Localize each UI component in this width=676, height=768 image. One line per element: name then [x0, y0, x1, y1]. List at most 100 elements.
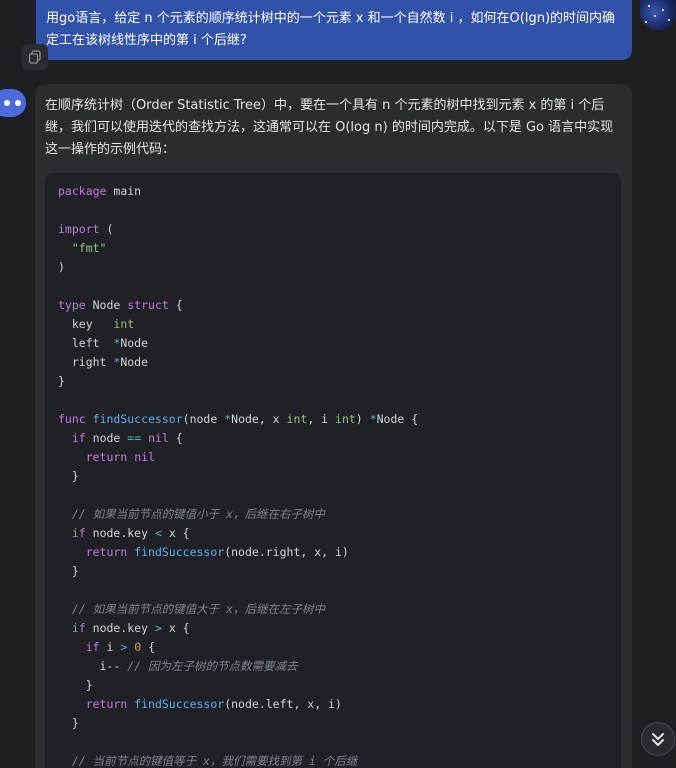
code-line: // 如果当前节点的键值小于 x，后继在右子树中: [58, 505, 608, 524]
user-message-text: 用go语言，给定 n 个元素的顺序统计树中的一个元素 x 和一个自然数 i ，如…: [46, 11, 616, 48]
code-line: if node.key > x {: [58, 619, 608, 638]
code-token: }: [58, 374, 65, 388]
code-token: x {: [161, 621, 190, 635]
code-token: node.key: [85, 621, 155, 635]
code-line: type Node struct {: [58, 296, 608, 315]
code-token: }: [58, 564, 79, 578]
code-token: x {: [161, 526, 190, 540]
code-token: , i: [307, 412, 336, 426]
code-token: key: [58, 317, 114, 331]
code-token: findSuccessor: [92, 412, 183, 426]
code-token: package: [58, 184, 107, 198]
code-token: ==: [127, 431, 142, 445]
code-line: if node.key < x {: [58, 524, 608, 543]
bot-message-intro: 在顺序统计树（Order Statistic Tree）中，要在一个具有 n 个…: [45, 98, 614, 157]
code-line: return findSuccessor(node.left, x, i): [58, 695, 608, 714]
code-token: return: [85, 697, 128, 711]
code-token: Node: [85, 298, 128, 312]
code-token: nil: [134, 450, 155, 464]
code-token: int: [286, 412, 308, 426]
code-token: <: [154, 526, 162, 540]
copy-icon: [28, 50, 41, 64]
code-token: findSuccessor: [134, 697, 225, 711]
code-line: key int: [58, 315, 608, 334]
code-line: package main: [58, 182, 608, 201]
code-token: {: [168, 298, 183, 312]
code-line: }: [58, 372, 608, 391]
code-token: }: [58, 716, 79, 730]
code-block[interactable]: package main import ( "fmt") type Node s…: [45, 173, 621, 768]
code-line: "fmt": [58, 239, 608, 258]
chevron-double-down-icon: [652, 733, 664, 746]
code-token: }: [58, 678, 93, 692]
bot-message: 在顺序统计树（Order Statistic Tree）中，要在一个具有 n 个…: [35, 84, 632, 768]
code-token: nil: [148, 431, 169, 445]
code-token: {: [141, 640, 156, 654]
code-line: i-- // 因为左子树的节点数需要减去: [58, 657, 608, 676]
code-token: int: [335, 412, 356, 426]
code-line: }: [58, 714, 608, 733]
code-token: func: [58, 412, 86, 426]
code-token: i--: [58, 659, 128, 673]
code-token: node.key: [85, 526, 155, 540]
code-token: "fmt": [58, 241, 107, 255]
code-line: return findSuccessor(node.right, x, i): [58, 543, 608, 562]
bot-avatar-icon: [0, 89, 26, 117]
code-line: }: [58, 467, 608, 486]
code-token: if: [71, 526, 86, 540]
code-token: Node: [120, 355, 149, 369]
copy-button[interactable]: [22, 44, 48, 70]
code-line: right *Node: [58, 353, 608, 372]
code-token: i: [99, 640, 121, 654]
code-line: ): [58, 258, 608, 277]
code-token: struct: [127, 298, 169, 312]
code-line: // 如果当前节点的键值大于 x，后继在左子树中: [58, 600, 608, 619]
user-message: 用go语言，给定 n 个元素的顺序统计树中的一个元素 x 和一个自然数 i ，如…: [36, 0, 632, 60]
code-line: if i > 0 {: [58, 638, 608, 657]
code-token: node: [85, 431, 128, 445]
code-token: >: [154, 621, 162, 635]
code-token: (node.right, x, i): [224, 545, 349, 559]
code-token: findSuccessor: [134, 545, 225, 559]
code-token: // 如果当前节点的键值小于 x，后继在右子树中: [58, 507, 325, 521]
code-token: Node: [120, 336, 149, 350]
code-token: *: [369, 412, 377, 426]
code-token: main: [106, 184, 142, 198]
code-line: func findSuccessor(node *Node, x int, i …: [58, 410, 608, 429]
code-token: // 如果当前节点的键值大于 x，后继在左子树中: [58, 602, 325, 616]
code-token: {: [168, 431, 183, 445]
code-line: return nil: [58, 448, 608, 467]
code-token: Node {: [376, 412, 419, 426]
code-line: import (: [58, 220, 608, 239]
scroll-to-bottom-button[interactable]: [641, 722, 675, 756]
code-token: if: [71, 621, 86, 635]
code-token: int: [113, 317, 135, 331]
code-token: type: [58, 298, 86, 312]
chat-page: 用go语言，给定 n 个元素的顺序统计树中的一个元素 x 和一个自然数 i ，如…: [0, 0, 676, 768]
code-token: }: [58, 469, 79, 483]
code-line: }: [58, 676, 608, 695]
code-token: Node, x: [231, 412, 287, 426]
code-line: }: [58, 562, 608, 581]
code-token: // 当前节点的键值等于 x，我们需要找到第 i 个后继: [58, 754, 358, 768]
code-line: if node == nil {: [58, 429, 608, 448]
code-token: import: [58, 222, 100, 236]
code-line: left *Node: [58, 334, 608, 353]
code-token: (node: [182, 412, 225, 426]
code-token: (node.left, x, i): [224, 697, 342, 711]
bot-avatar-eye-right: [14, 100, 21, 106]
user-avatar[interactable]: [640, 0, 676, 30]
code-token: ): [355, 412, 370, 426]
code-token: left: [58, 336, 114, 350]
